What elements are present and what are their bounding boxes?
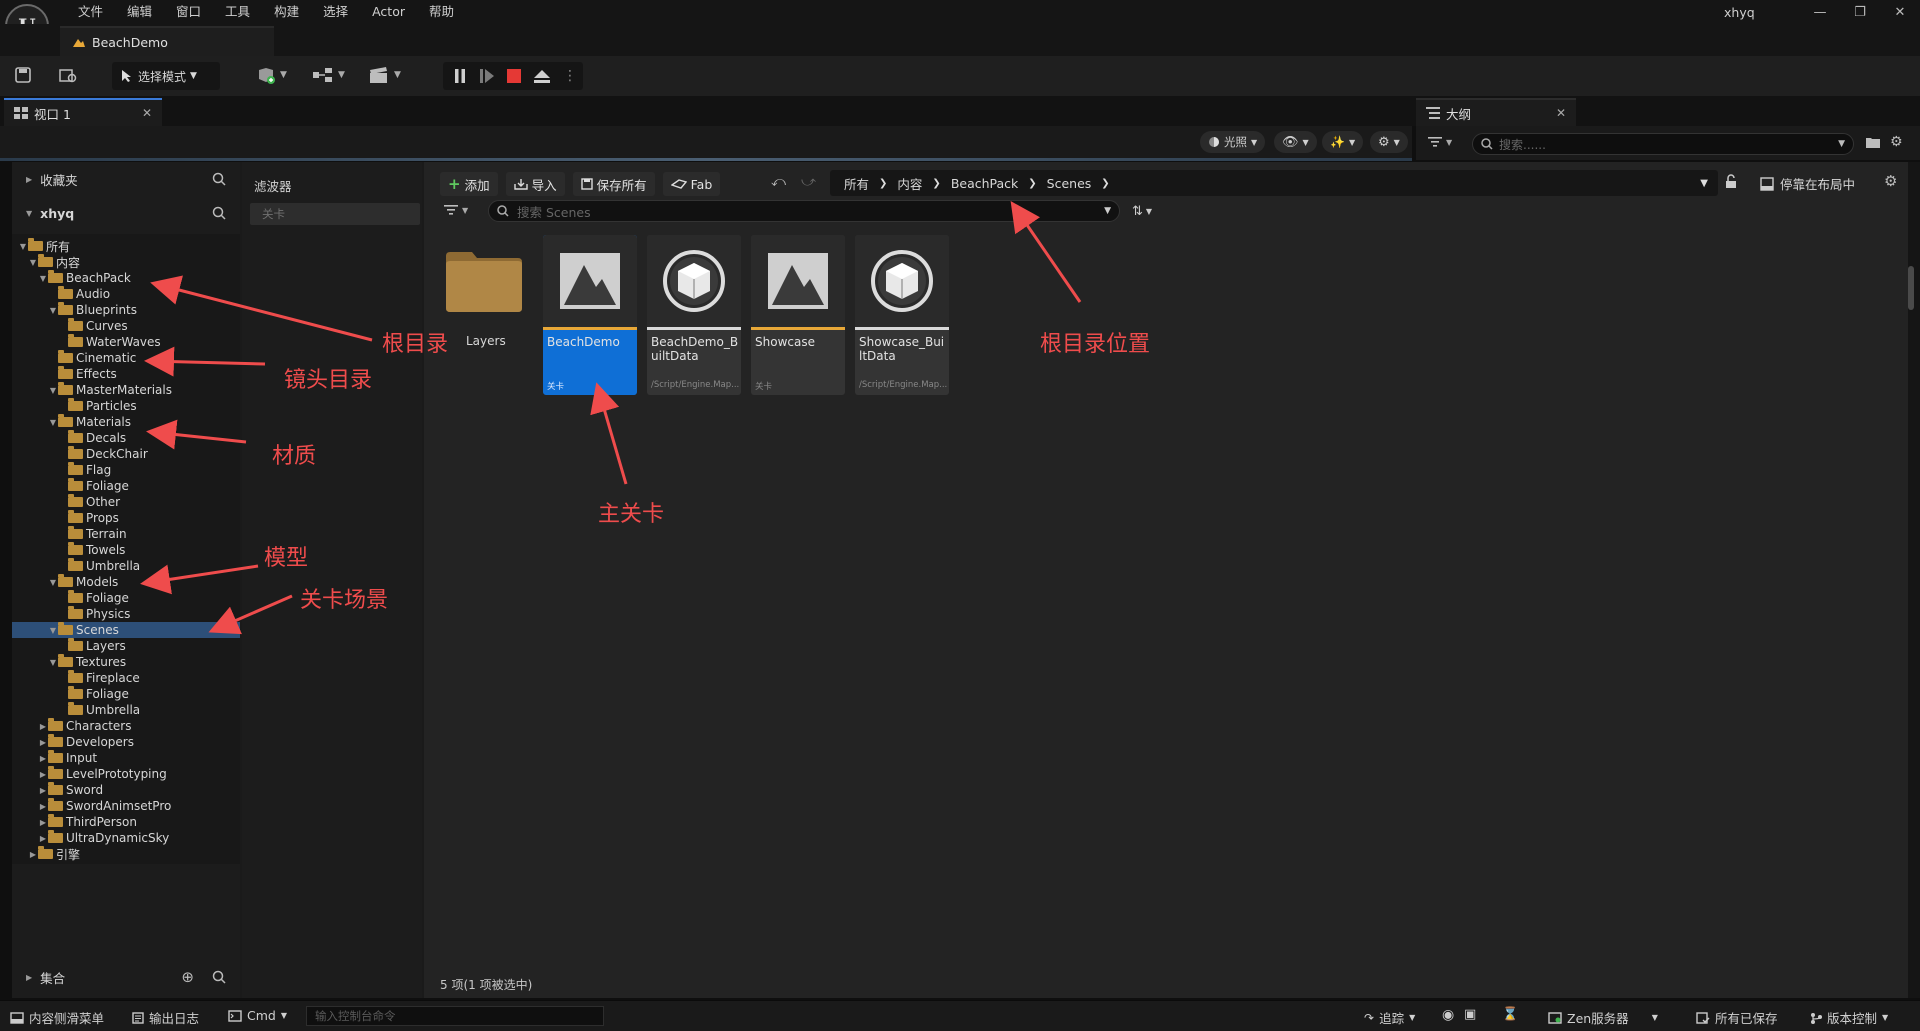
chevron-down-icon: ▼ <box>1409 1013 1416 1022</box>
output-log-label: 输出日志 <box>149 1011 200 1026</box>
content-drawer-label: 内容侧滑菜单 <box>29 1011 105 1026</box>
source-control-dropdown[interactable]: 版本控制 ▼ <box>1810 1008 1888 1027</box>
hourglass-icon[interactable]: ⌛ <box>1502 1007 1518 1022</box>
source-control-icon <box>1811 1012 1822 1024</box>
annotation-material: 材质 <box>272 444 317 469</box>
all-saved-button[interactable]: 所有已保存 <box>1696 1008 1778 1027</box>
all-saved-label: 所有已保存 <box>1715 1011 1778 1026</box>
chevron-down-icon: ▼ <box>280 1011 287 1020</box>
console-icon <box>228 1009 242 1022</box>
output-log-button[interactable]: 输出日志 <box>132 1008 199 1027</box>
annotation-model: 模型 <box>264 546 309 571</box>
trace-icon: ↷ <box>1364 1010 1375 1025</box>
zen-server-dropdown[interactable]: Zen服务器 ▼ <box>1548 1008 1658 1027</box>
arrow-model <box>140 564 259 595</box>
annotation-root-location: 根目录位置 <box>1040 332 1151 357</box>
annotation-arrows <box>140 201 1082 635</box>
trace-dropdown[interactable]: ↷ 追踪 ▼ <box>1364 1008 1415 1027</box>
arrow-material <box>146 419 247 450</box>
arrow-root <box>150 275 373 342</box>
arrow-main-level <box>590 382 628 485</box>
trace-label: 追踪 <box>1379 1011 1405 1026</box>
console-command-input[interactable]: 输入控制台命令 <box>306 1006 604 1026</box>
arrow-level-scene <box>208 594 293 635</box>
zen-server-icon <box>1548 1011 1562 1024</box>
annotation-main-level: 主关卡 <box>598 502 665 527</box>
source-control-label: 版本控制 <box>1827 1011 1878 1026</box>
content-drawer-button[interactable]: 内容侧滑菜单 <box>10 1008 104 1027</box>
annotation-root: 根目录 <box>382 332 449 357</box>
content-drawer-icon <box>10 1011 24 1024</box>
record-icon[interactable]: ◉ <box>1442 1007 1454 1023</box>
log-icon <box>132 1011 144 1024</box>
screenshot-icon[interactable]: ▣ <box>1464 1007 1476 1022</box>
cmd-label: Cmd <box>247 1008 276 1023</box>
arrow-root-location <box>1010 201 1082 303</box>
zen-server-label: Zen服务器 <box>1567 1011 1629 1026</box>
chevron-down-icon: ▼ <box>1882 1013 1889 1022</box>
cmd-dropdown[interactable]: Cmd ▼ <box>228 1008 287 1023</box>
saved-icon <box>1696 1011 1710 1024</box>
annotation-level-scene: 关卡场景 <box>300 588 389 613</box>
chevron-down-icon: ▼ <box>1651 1013 1658 1022</box>
arrow-cinematic <box>144 346 266 377</box>
annotation-cinematic: 镜头目录 <box>284 368 373 393</box>
